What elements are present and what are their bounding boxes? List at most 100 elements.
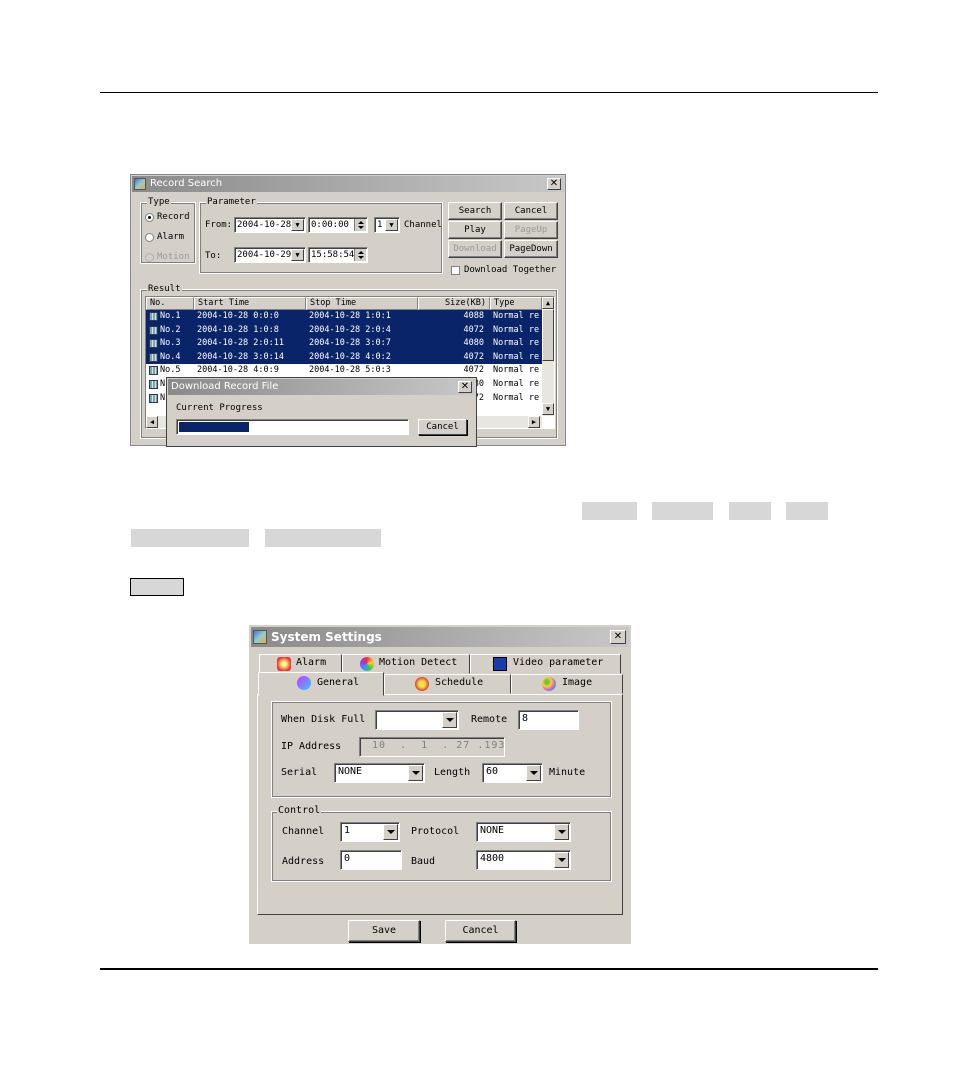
download-dialog-titlebar[interactable]: Download Record File ✕	[168, 379, 475, 395]
download-button[interactable]: Download	[448, 240, 502, 258]
tab-general[interactable]: General	[258, 672, 384, 696]
tab-video-parameter[interactable]: Video parameter	[470, 654, 621, 674]
from-time-field[interactable]: 0:00:00	[308, 217, 368, 233]
serial-dropdown[interactable]	[408, 765, 423, 781]
motion-radio[interactable]	[145, 253, 154, 262]
highlight-box-7	[130, 578, 184, 596]
save-button[interactable]: Save	[348, 920, 420, 942]
system-settings-titlebar[interactable]: System Settings ✕	[251, 627, 629, 647]
table-row[interactable]: No.5 2004-10-28 4:0:9 2004-10-28 5:0:3 4072…	[146, 364, 542, 378]
col-stop-time[interactable]: Stop Time	[306, 297, 418, 310]
record-radio[interactable]	[145, 213, 154, 222]
alarm-icon	[277, 657, 291, 671]
table-row[interactable]: No.2 2004-10-28 1:0:8 2004-10-28 2:0:4 4072…	[146, 323, 542, 338]
table-row[interactable]: No.3 2004-10-28 2:0:11 2004-10-28 3:0:7 408…	[146, 337, 542, 351]
to-time-field[interactable]: 15:58:54	[308, 247, 368, 263]
scroll-thumb[interactable]	[542, 309, 554, 361]
tab-image[interactable]: Image	[511, 674, 623, 694]
scroll-down-button[interactable]: ▼	[542, 403, 554, 415]
when-disk-full-select[interactable]	[375, 710, 459, 730]
record-radio-label: Record	[157, 212, 190, 222]
table-cell-stop: 2004-10-28 4:0:2	[309, 351, 391, 362]
download-dialog: Download Record File ✕ Current Progress …	[166, 377, 477, 447]
address-input[interactable]: 0	[340, 850, 402, 870]
highlight-box-5	[131, 529, 249, 547]
result-table-header: No. Start Time Stop Time Size(KB) Type	[146, 297, 542, 310]
record-search-titlebar[interactable]: Record Search ✕	[132, 176, 564, 192]
baud-select[interactable]: 4800	[476, 850, 571, 870]
to-date-field[interactable]: 2004-10-29 ▼	[234, 247, 306, 263]
channel-select[interactable]: 1 ▼	[374, 217, 400, 233]
table-cell-size: 4088	[463, 311, 484, 321]
search-button[interactable]: Search	[448, 202, 502, 220]
record-file-icon	[149, 312, 158, 321]
highlight-box-4	[786, 502, 828, 520]
alarm-radio[interactable]	[145, 233, 154, 242]
col-size[interactable]: Size(KB)	[418, 297, 490, 310]
channel-settings-dropdown[interactable]	[383, 824, 398, 840]
tab-schedule[interactable]: Schedule	[384, 674, 511, 694]
motion-radio-label: Motion	[157, 252, 190, 262]
scroll-up-button[interactable]: ▲	[542, 297, 554, 309]
remote-input[interactable]: 8	[518, 710, 579, 730]
when-disk-full-dropdown[interactable]	[442, 712, 457, 728]
scroll-right-button[interactable]: ▶	[528, 416, 540, 428]
table-cell-stop: 2004-10-28 5:0:3	[309, 365, 391, 376]
tab-alarm[interactable]: Alarm	[259, 654, 342, 674]
table-cell-start: 2004-10-28 2:0:11	[197, 338, 284, 349]
protocol-label: Protocol	[411, 826, 460, 837]
system-settings-close-button[interactable]: ✕	[610, 630, 626, 644]
col-type[interactable]: Type	[490, 297, 542, 310]
table-cell-no: No.1	[160, 311, 181, 321]
scroll-left-button[interactable]: ◀	[146, 416, 158, 428]
download-together-checkbox[interactable]	[451, 266, 460, 275]
to-time-spinner[interactable]	[354, 249, 366, 261]
pageup-button[interactable]: PageUp	[504, 221, 558, 239]
cancel-button[interactable]: Cancel	[504, 202, 558, 220]
window-title: Record Search	[150, 178, 223, 189]
table-cell-size: 4080	[463, 338, 484, 349]
image-icon	[542, 677, 556, 691]
general-tab-panel: When Disk Full Remote 8 IP Address 10 . …	[257, 694, 623, 915]
play-button[interactable]: Play	[448, 221, 502, 239]
record-file-icon	[149, 325, 158, 335]
col-start-time[interactable]: Start Time	[194, 297, 306, 310]
system-settings-icon	[253, 630, 267, 644]
address-label: Address	[282, 856, 325, 867]
settings-cancel-button[interactable]: Cancel	[445, 920, 516, 942]
tab-motion-detect[interactable]: Motion Detect	[342, 654, 470, 674]
download-close-button[interactable]: ✕	[458, 381, 472, 393]
close-button[interactable]: ✕	[547, 178, 561, 190]
from-date-field[interactable]: 2004-10-28 ▼	[234, 217, 306, 233]
ip-address-field[interactable]: 10 . 1 . 27 .193	[359, 737, 505, 757]
channel-select-settings[interactable]: 1	[340, 822, 400, 842]
download-cancel-button[interactable]: Cancel	[418, 419, 467, 435]
table-cell-type: Normal re	[493, 338, 540, 349]
result-vertical-scrollbar[interactable]: ▲ ▼	[542, 297, 554, 416]
top-rule	[100, 92, 878, 93]
progress-bar	[176, 419, 409, 435]
channel-dropdown[interactable]: ▼	[385, 219, 398, 231]
when-disk-full-label: When Disk Full	[281, 714, 366, 725]
table-cell-start: 2004-10-28 0:0:0	[197, 311, 279, 321]
table-row[interactable]: No.1 2004-10-28 0:0:0 2004-10-28 1:0:1 4088…	[146, 310, 542, 324]
pagedown-button[interactable]: PageDown	[504, 240, 558, 258]
to-date-dropdown[interactable]: ▼	[291, 249, 304, 261]
channel-label: Channel	[282, 826, 325, 837]
col-no[interactable]: No.	[146, 297, 194, 310]
from-time-spinner[interactable]	[354, 219, 366, 231]
from-date-dropdown[interactable]: ▼	[291, 219, 304, 231]
table-cell-start: 2004-10-28 3:0:14	[197, 351, 284, 362]
length-select[interactable]: 60	[482, 763, 543, 783]
minute-label: Minute	[549, 767, 586, 778]
table-cell-size: 4072	[463, 365, 484, 376]
protocol-dropdown[interactable]	[554, 824, 569, 840]
length-dropdown[interactable]	[526, 765, 541, 781]
table-cell-type: Normal re	[493, 311, 540, 321]
baud-dropdown[interactable]	[554, 852, 569, 868]
table-row[interactable]: No.4 2004-10-28 3:0:14 2004-10-28 4:0:2 407…	[146, 350, 542, 365]
bottom-rule	[100, 968, 878, 970]
serial-select[interactable]: NONE	[334, 763, 425, 783]
protocol-select[interactable]: NONE	[476, 822, 571, 842]
parameter-group: Parameter From: 2004-10-28 ▼ 0:00:00 1 ▼ C…	[199, 197, 443, 274]
